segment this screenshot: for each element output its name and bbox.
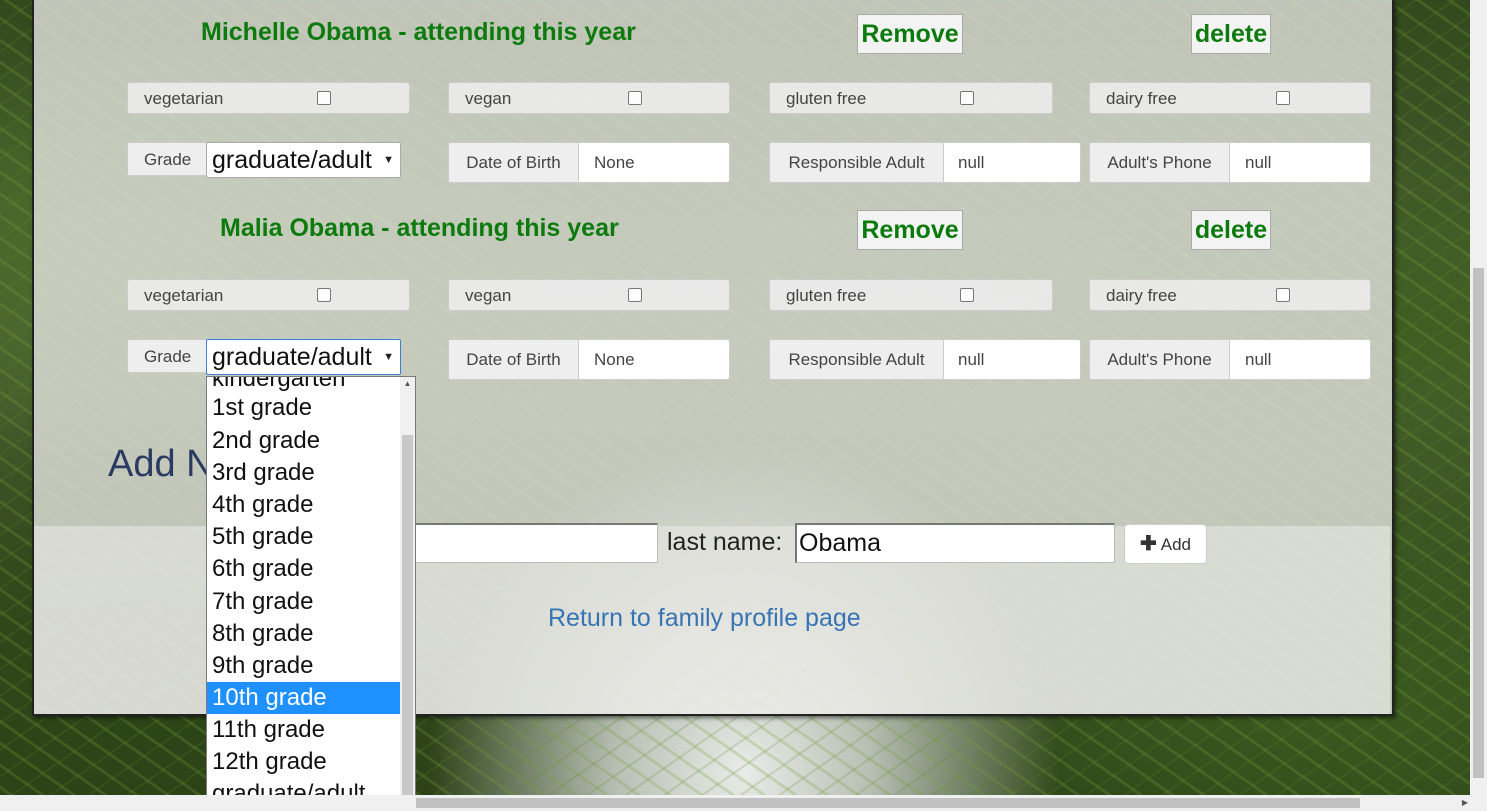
dob-label: Date of Birth xyxy=(449,340,579,379)
grade-option[interactable]: 6th grade xyxy=(207,553,401,585)
grade-option[interactable]: 5th grade xyxy=(207,521,401,553)
grade-option-highlighted[interactable]: 10th grade xyxy=(207,682,401,714)
grade-option[interactable]: 9th grade xyxy=(207,650,401,682)
grade-label: Grade xyxy=(144,150,192,169)
member-title: Malia Obama - attending this year xyxy=(220,214,619,242)
diet-dairy-free: dairy free xyxy=(1089,279,1371,311)
adult-phone-field: Adult's Phone null xyxy=(1089,142,1371,183)
responsible-adult-input[interactable]: null xyxy=(958,143,984,182)
diet-vegan: vegan xyxy=(448,279,730,311)
grade-option[interactable]: 8th grade xyxy=(207,618,401,650)
diet-vegan: vegan xyxy=(448,82,730,114)
horizontal-scroll-thumb[interactable] xyxy=(416,798,1360,808)
diet-label: dairy free xyxy=(1106,89,1177,108)
diet-gluten-free: gluten free xyxy=(769,82,1053,114)
gluten-free-checkbox[interactable] xyxy=(960,288,974,302)
grade-option[interactable]: 3rd grade xyxy=(207,457,401,489)
return-to-profile-link[interactable]: Return to family profile page xyxy=(548,604,861,633)
gluten-free-checkbox[interactable] xyxy=(960,91,974,105)
adult-phone-label: Adult's Phone xyxy=(1090,340,1230,379)
adult-phone-field: Adult's Phone null xyxy=(1089,339,1371,380)
dropdown-arrow-icon: ▼ xyxy=(383,351,394,363)
grade-option[interactable]: 11th grade xyxy=(207,714,401,746)
adult-phone-input[interactable]: null xyxy=(1245,340,1271,379)
dob-field: Date of Birth None xyxy=(448,339,730,380)
last-name-label: last name: xyxy=(667,528,783,556)
first-name-input[interactable] xyxy=(398,523,658,563)
last-name-input[interactable]: Obama xyxy=(795,523,1115,563)
diet-label: gluten free xyxy=(786,89,867,108)
add-member-heading: Add N xyxy=(108,443,214,485)
diet-gluten-free: gluten free xyxy=(769,279,1053,311)
dropdown-scroll-thumb[interactable] xyxy=(402,435,413,795)
add-button-label: Add xyxy=(1160,535,1191,554)
diet-vegetarian: vegetarian xyxy=(127,82,410,114)
responsible-adult-input[interactable]: null xyxy=(958,340,984,379)
vegetarian-checkbox[interactable] xyxy=(317,91,331,105)
grade-select-value: graduate/adult xyxy=(212,343,372,371)
plus-icon: ✚ xyxy=(1139,533,1157,555)
delete-button[interactable]: delete xyxy=(1191,210,1271,250)
grade-select-value: graduate/adult xyxy=(212,146,372,174)
grade-select[interactable]: graduate/adult ▼ xyxy=(206,339,401,375)
grade-dropdown-list[interactable]: kindergarten 1st grade 2nd grade 3rd gra… xyxy=(206,376,416,810)
grade-group: Grade graduate/adult ▼ xyxy=(127,339,401,375)
grade-label: Grade xyxy=(144,347,192,366)
responsible-adult-field: Responsible Adult null xyxy=(769,339,1081,380)
vegan-checkbox[interactable] xyxy=(628,91,642,105)
vertical-scroll-thumb[interactable] xyxy=(1473,268,1484,778)
page-vertical-scrollbar[interactable] xyxy=(1470,0,1487,795)
diet-label: vegetarian xyxy=(144,89,224,108)
diet-dairy-free: dairy free xyxy=(1089,82,1371,114)
dropdown-scrollbar[interactable]: ▲ ▼ xyxy=(400,377,415,809)
dob-field: Date of Birth None xyxy=(448,142,730,183)
grade-option[interactable]: 7th grade xyxy=(207,586,401,618)
grade-option[interactable]: 4th grade xyxy=(207,489,401,521)
grade-option[interactable]: 12th grade xyxy=(207,746,401,778)
diet-label: dairy free xyxy=(1106,286,1177,305)
responsible-adult-label: Responsible Adult xyxy=(770,143,944,182)
dropdown-arrow-icon: ▼ xyxy=(383,154,394,166)
page-horizontal-scrollbar[interactable]: ▶ xyxy=(0,795,1487,811)
dairy-free-checkbox[interactable] xyxy=(1276,91,1290,105)
dob-input[interactable]: None xyxy=(594,340,635,379)
diet-label: vegan xyxy=(465,89,512,108)
adult-phone-label: Adult's Phone xyxy=(1090,143,1230,182)
add-member-button[interactable]: ✚ Add xyxy=(1124,524,1207,564)
grade-group: Grade graduate/adult ▼ xyxy=(127,142,401,178)
responsible-adult-field: Responsible Adult null xyxy=(769,142,1081,183)
responsible-adult-label: Responsible Adult xyxy=(770,340,944,379)
scroll-right-icon[interactable]: ▶ xyxy=(1462,795,1468,811)
dob-input[interactable]: None xyxy=(594,143,635,182)
diet-label: gluten free xyxy=(786,286,867,305)
remove-button[interactable]: Remove xyxy=(857,14,963,54)
grade-option[interactable]: 2nd grade xyxy=(207,425,401,457)
dairy-free-checkbox[interactable] xyxy=(1276,288,1290,302)
scroll-up-icon[interactable]: ▲ xyxy=(400,377,415,391)
remove-button[interactable]: Remove xyxy=(857,210,963,250)
member-title: Michelle Obama - attending this year xyxy=(201,18,636,46)
diet-label: vegan xyxy=(465,286,512,305)
diet-label: vegetarian xyxy=(144,286,224,305)
vegan-checkbox[interactable] xyxy=(628,288,642,302)
dob-label: Date of Birth xyxy=(449,143,579,182)
vegetarian-checkbox[interactable] xyxy=(317,288,331,302)
grade-option[interactable]: 1st grade xyxy=(207,392,401,424)
grade-select[interactable]: graduate/adult ▼ xyxy=(206,142,401,178)
delete-button[interactable]: delete xyxy=(1191,14,1271,54)
diet-vegetarian: vegetarian xyxy=(127,279,410,311)
adult-phone-input[interactable]: null xyxy=(1245,143,1271,182)
